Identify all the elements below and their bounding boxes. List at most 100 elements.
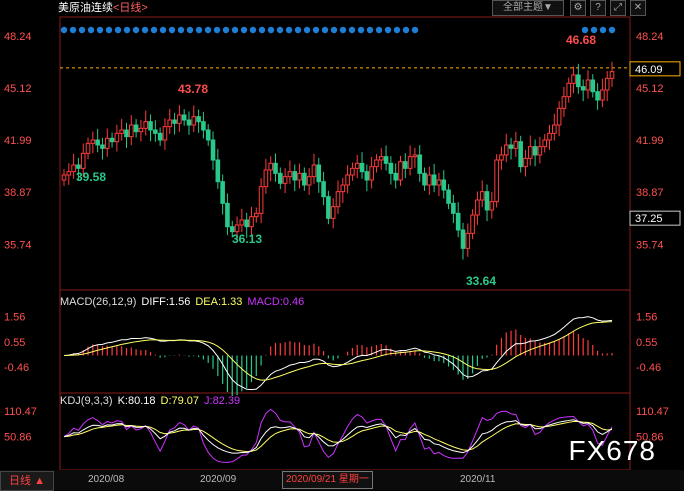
signal-dot [168, 26, 176, 34]
price-tick-right: 38.87 [636, 187, 664, 199]
signal-dot [96, 26, 104, 34]
candle-body [181, 114, 187, 121]
candle-body [306, 176, 312, 186]
candle-body [321, 181, 326, 198]
candle-body [350, 167, 355, 176]
help-icon[interactable]: ? [590, 0, 606, 16]
macd-legend: MACD(26,12,9) DIFF:1.56 DEA:1.33 MACD:0.46 [60, 295, 309, 309]
macd-tick-right: -0.46 [636, 362, 661, 374]
signal-dot [249, 26, 257, 34]
candle-body [561, 96, 567, 109]
candle-body [258, 186, 264, 214]
close-icon[interactable]: ✕ [630, 0, 646, 16]
candle-body [552, 124, 557, 134]
candle-body [523, 157, 528, 168]
candle-body [470, 214, 475, 234]
candle-body [407, 156, 413, 169]
candle-body [186, 119, 192, 126]
candle-body [566, 82, 572, 98]
candle-body [422, 172, 427, 186]
candle-body [138, 127, 144, 133]
kline-chart[interactable]: 48.24 48.24 45.12 45.12 41.99 41.99 38.87 38.87… [0, 0, 684, 490]
gear-icon[interactable]: ⚙ [570, 0, 586, 16]
candle-body [133, 124, 139, 133]
price-tick-right: 45.12 [636, 83, 664, 95]
candle-body [571, 74, 576, 84]
main-panel-border [59, 16, 631, 291]
expand-icon[interactable]: ⤢ [610, 0, 626, 16]
signal-dot [285, 26, 293, 34]
candle-body [229, 226, 235, 233]
signal-dot [231, 26, 239, 34]
signal-dot [375, 26, 383, 34]
price-tick-right: 48.24 [636, 31, 664, 43]
signal-dot [267, 26, 275, 34]
candle-body [263, 169, 269, 188]
signal-dot [150, 26, 158, 34]
candle-body [576, 74, 581, 88]
candle-body [124, 129, 129, 138]
candle-body [446, 189, 451, 204]
candle-body [402, 161, 408, 169]
macd-dea: DEA:1.33 [195, 296, 243, 308]
candle-body [398, 161, 403, 181]
candle-body [234, 224, 240, 233]
candle-body [61, 174, 67, 181]
candle-body [90, 139, 96, 144]
candle-body [249, 216, 254, 228]
candle-body [431, 174, 437, 186]
period-switch-button[interactable]: 日线 ▲ [0, 471, 54, 491]
chart-header: 美原油连续<日线> [58, 0, 148, 16]
candle-body [460, 229, 466, 249]
date-label-3: 2020/11 [460, 474, 496, 485]
candle-body [369, 166, 374, 181]
candle-body [489, 201, 495, 211]
candle-body [205, 129, 211, 141]
signal-dot [177, 26, 185, 34]
candle-body [590, 79, 596, 93]
signal-dot [357, 26, 365, 34]
candle-body [451, 202, 456, 214]
macd-value: MACD:0.46 [247, 296, 305, 308]
signal-dot [411, 26, 419, 34]
candle-body [354, 162, 360, 169]
candle-body [345, 174, 350, 186]
instrument-title: 美原油连续 [58, 2, 113, 14]
candle-body [201, 121, 206, 131]
signal-dot [78, 26, 86, 34]
period-label[interactable]: <日线> [113, 2, 148, 14]
candle-body [210, 139, 216, 161]
signal-dot [384, 26, 392, 34]
macd-title: MACD(26,12,9) [60, 296, 137, 308]
candle-body [273, 162, 278, 174]
signal-dot [402, 26, 410, 34]
macd-tick-left: 0.55 [4, 337, 25, 349]
candle-body [119, 129, 124, 134]
candle-body [196, 116, 201, 123]
candle-body [518, 141, 523, 168]
candle-body [359, 162, 365, 173]
candle-body [600, 89, 605, 101]
macd-tick-left: 1.56 [4, 312, 25, 324]
candle-body [128, 124, 134, 138]
candle-body [191, 116, 197, 126]
signal-dot [159, 26, 167, 34]
annotation-high-left: 43.78 [178, 82, 208, 96]
candle-body [547, 132, 552, 141]
candle-body [378, 156, 384, 161]
signal-dot [330, 26, 338, 34]
candle-body [268, 162, 274, 171]
candle-body [177, 114, 182, 124]
candle-body [494, 159, 499, 203]
candle-body [143, 121, 149, 129]
candle-body [297, 172, 302, 181]
macd-diff: DIFF:1.56 [141, 296, 191, 308]
theme-dropdown[interactable]: 全部主题▼ [492, 0, 564, 16]
candle-body [167, 119, 173, 128]
candle-body [537, 146, 543, 156]
candle-body [465, 232, 471, 249]
kdj-d: D:79.07 [160, 395, 200, 407]
price-tick-left: 35.74 [4, 239, 32, 251]
signal-dot [141, 26, 149, 34]
signal-dot [123, 26, 131, 34]
